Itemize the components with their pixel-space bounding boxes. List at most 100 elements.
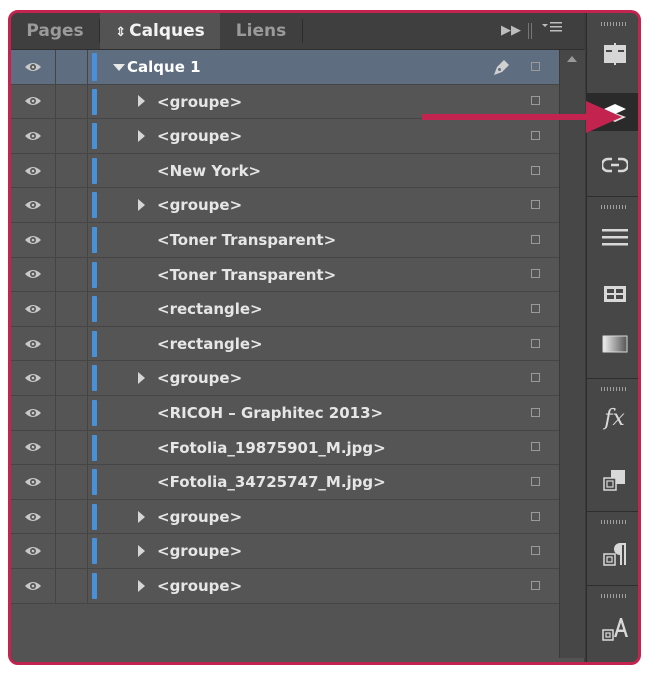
visibility-eye-icon[interactable]	[11, 430, 56, 465]
layer-item-row[interactable]: <rectangle>	[11, 326, 584, 362]
lock-toggle[interactable]	[55, 534, 88, 568]
paragraph-styles-icon[interactable]	[587, 535, 638, 573]
selection-box[interactable]	[531, 580, 540, 590]
layer-item-row[interactable]: <groupe>	[11, 361, 584, 396]
visibility-eye-icon[interactable]	[11, 119, 56, 153]
visibility-eye-icon[interactable]	[11, 84, 56, 119]
visibility-eye-icon[interactable]	[11, 188, 56, 222]
triangle-down-icon[interactable]	[113, 63, 125, 71]
visibility-eye-icon[interactable]	[11, 292, 56, 326]
layer-color-swatch	[92, 365, 97, 392]
panel-menu-icon[interactable]	[541, 13, 563, 49]
layer-item-row[interactable]: <groupe>	[11, 568, 584, 604]
layer-item-row[interactable]: <Fotolia_19875901_M.jpg>	[11, 430, 584, 466]
visibility-eye-icon[interactable]	[11, 534, 56, 568]
pen-icon	[491, 58, 511, 82]
triangle-right-icon[interactable]	[138, 545, 145, 558]
stroke-icon[interactable]	[587, 218, 638, 256]
layer-label: <groupe>	[157, 369, 243, 388]
layer-item-row[interactable]: <Toner Transparent>	[11, 257, 584, 293]
lock-toggle[interactable]	[55, 50, 88, 84]
triangle-right-icon[interactable]	[138, 199, 145, 212]
selection-box[interactable]	[531, 338, 540, 348]
strip-grip[interactable]	[601, 520, 627, 524]
tab-pages[interactable]: Pages	[11, 13, 99, 49]
lock-toggle[interactable]	[55, 568, 88, 603]
triangle-right-icon[interactable]	[138, 510, 145, 523]
links-icon[interactable]	[587, 146, 638, 184]
character-styles-icon[interactable]	[587, 610, 638, 648]
gradient-icon[interactable]	[587, 325, 638, 363]
layer-item-row[interactable]: <RICOH – Graphitec 2013>	[11, 395, 584, 431]
triangle-right-icon[interactable]	[138, 95, 145, 108]
lock-toggle[interactable]	[55, 395, 88, 430]
selection-box[interactable]	[531, 511, 540, 521]
tab-links[interactable]: Liens	[220, 13, 302, 49]
selection-box[interactable]	[531, 442, 540, 452]
selection-box[interactable]	[531, 61, 540, 71]
lock-toggle[interactable]	[55, 222, 88, 257]
lock-toggle[interactable]	[55, 292, 88, 326]
tab-layers[interactable]: ⇕ Calques	[100, 13, 220, 49]
strip-grip[interactable]	[601, 205, 627, 209]
visibility-eye-icon[interactable]	[11, 465, 56, 499]
triangle-right-icon[interactable]	[138, 372, 145, 385]
visibility-eye-icon[interactable]	[11, 395, 56, 430]
layer-item-row[interactable]: <Toner Transparent>	[11, 222, 584, 258]
selection-box[interactable]	[531, 165, 540, 175]
visibility-eye-icon[interactable]	[11, 153, 56, 188]
selection-box[interactable]	[531, 373, 540, 383]
layer-item-row[interactable]: <groupe>	[11, 534, 584, 569]
visibility-eye-icon[interactable]	[11, 257, 56, 292]
selection-box[interactable]	[531, 303, 540, 313]
visibility-eye-icon[interactable]	[11, 361, 56, 395]
scroll-up-icon[interactable]	[567, 56, 577, 62]
strip-grip[interactable]	[601, 594, 627, 598]
lock-toggle[interactable]	[55, 188, 88, 222]
lock-toggle[interactable]	[55, 326, 88, 361]
layer-item-row[interactable]: <groupe>	[11, 188, 584, 223]
visibility-eye-icon[interactable]	[11, 499, 56, 534]
layer-color-swatch	[92, 330, 97, 357]
layer-item-row[interactable]: <New York>	[11, 153, 584, 189]
lock-toggle[interactable]	[55, 361, 88, 395]
selection-box[interactable]	[531, 269, 540, 279]
strip-grip[interactable]	[601, 387, 627, 391]
lock-toggle[interactable]	[55, 257, 88, 292]
selection-box[interactable]	[531, 234, 540, 244]
lock-toggle[interactable]	[55, 430, 88, 465]
lock-toggle[interactable]	[55, 465, 88, 499]
lock-toggle[interactable]	[55, 153, 88, 188]
layer-color-swatch	[92, 469, 97, 496]
lock-toggle[interactable]	[55, 119, 88, 153]
lock-toggle[interactable]	[55, 84, 88, 119]
layer-label: <rectangle>	[157, 334, 263, 353]
visibility-eye-icon[interactable]	[11, 222, 56, 257]
triangle-right-icon[interactable]	[138, 129, 145, 142]
layer-label: <Toner Transparent>	[157, 265, 337, 284]
visibility-eye-icon[interactable]	[11, 50, 56, 84]
strip-grip[interactable]	[601, 22, 627, 26]
selection-box[interactable]	[531, 200, 540, 210]
triangle-right-icon[interactable]	[138, 579, 145, 592]
object-styles-icon[interactable]	[587, 461, 638, 499]
double-chevron-right-icon[interactable]: ▶▶	[501, 13, 521, 49]
effects-icon[interactable]: fx	[587, 406, 638, 431]
layer-label: Calque 1	[127, 58, 201, 76]
strip-divider	[587, 511, 638, 512]
layer-item-row[interactable]: <Fotolia_34725747_M.jpg>	[11, 465, 584, 500]
layer-label: <Fotolia_34725747_M.jpg>	[157, 473, 386, 492]
lock-toggle[interactable]	[55, 499, 88, 534]
scrollbar[interactable]	[559, 50, 585, 658]
pages-icon[interactable]	[587, 35, 638, 73]
selection-box[interactable]	[531, 546, 540, 556]
selection-box[interactable]	[531, 476, 540, 486]
strip-divider	[587, 585, 638, 586]
layer-item-row[interactable]: <groupe>	[11, 499, 584, 535]
swatches-icon[interactable]	[587, 275, 638, 313]
layer-row[interactable]: Calque 1	[11, 50, 584, 85]
selection-box[interactable]	[531, 407, 540, 417]
visibility-eye-icon[interactable]	[11, 568, 56, 603]
layer-item-row[interactable]: <rectangle>	[11, 292, 584, 327]
visibility-eye-icon[interactable]	[11, 326, 56, 361]
